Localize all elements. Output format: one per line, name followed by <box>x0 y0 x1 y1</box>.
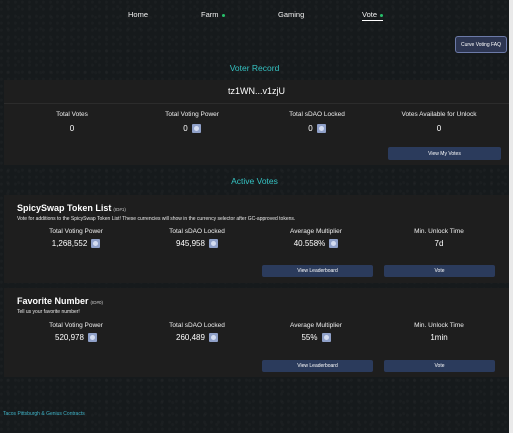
nav-farm-label: Farm <box>201 10 219 19</box>
voting-faq-button[interactable]: Curve Voting FAQ <box>455 36 507 53</box>
stat-label: Min. Unlock Time <box>414 228 464 235</box>
stat-average-multiplier: Average Multiplier 40.558% <box>266 228 366 248</box>
vote-card: SpicySwap Token List (ID#1) Vote for addi… <box>4 195 509 283</box>
stat-value-text: 1min <box>430 333 448 342</box>
footer-credits[interactable]: Tacos Pittsburgh & Genius Contracts <box>3 411 85 417</box>
stat-label: Min. Unlock Time <box>414 322 464 329</box>
stat-value: 0 <box>142 124 242 133</box>
stat-label: Total Voting Power <box>49 228 103 235</box>
sdao-token-icon <box>191 124 201 133</box>
stat-value: 0 <box>22 124 122 133</box>
stat-label: Total sDAO Locked <box>169 228 225 235</box>
stat-min-unlock-time: Min. Unlock Time 7d <box>389 228 489 248</box>
stat-value: 520,978 <box>26 333 126 342</box>
stat-total-voting-power: Total Voting Power 1,268,552 <box>26 228 126 248</box>
stat-total-voting-power: Total Voting Power 520,978 <box>26 322 126 342</box>
voter-record-card: tz1WN...v1zjU Total Votes 0 Total Voting… <box>4 80 509 165</box>
stat-average-multiplier: Average Multiplier 55% <box>266 322 366 342</box>
sdao-token-icon <box>329 239 339 248</box>
wallet-address: tz1WN...v1zjU <box>227 86 285 96</box>
stat-value: 7d <box>389 239 489 248</box>
nav-farm[interactable]: Farm <box>201 10 225 19</box>
stat-label: Total sDAO Locked <box>169 322 225 329</box>
stat-votes-available-unlock: Votes Available for Unlock 0 <box>389 111 489 133</box>
divider <box>4 103 509 104</box>
vote-button[interactable]: Vote <box>384 265 495 277</box>
active-votes-heading: Active Votes <box>231 176 278 186</box>
stat-label: Votes Available for Unlock <box>401 111 477 118</box>
stat-value-text: 40.558% <box>293 239 326 248</box>
stat-value-text: 55% <box>301 333 318 342</box>
vote-title: Favorite Number (ID#0) <box>17 296 103 306</box>
voter-record-heading: Voter Record <box>229 63 280 73</box>
stat-value-text: 0 <box>436 124 442 133</box>
stat-value: 1,268,552 <box>26 239 126 248</box>
stat-value-text: 7d <box>434 239 444 248</box>
stat-label: Total Votes <box>56 111 88 118</box>
nav-home[interactable]: Home <box>128 10 148 19</box>
view-leaderboard-button[interactable]: View Leaderboard <box>262 265 373 277</box>
stat-value: 55% <box>266 333 366 342</box>
vote-description: Tell us your favorite number! <box>17 309 80 315</box>
stat-value-text: 945,958 <box>176 239 205 248</box>
stat-value: 260,489 <box>147 333 247 342</box>
vote-card: Favorite Number (ID#0) Tell us your favor… <box>4 288 509 377</box>
vote-title-text: Favorite Number <box>17 296 89 306</box>
view-leaderboard-button[interactable]: View Leaderboard <box>262 360 373 372</box>
status-dot-icon <box>380 13 384 17</box>
sdao-token-icon <box>208 333 218 342</box>
top-nav: Home Farm Gaming Vote <box>0 10 513 24</box>
status-dot-icon <box>221 13 225 17</box>
stat-value: 1min <box>389 333 489 342</box>
stat-value-text: 0 <box>183 124 188 133</box>
stat-total-voting-power: Total Voting Power 0 <box>142 111 242 133</box>
nav-gaming[interactable]: Gaming <box>278 10 304 19</box>
stat-value-text: 520,978 <box>55 333 84 342</box>
stat-total-votes: Total Votes 0 <box>22 111 122 133</box>
stat-value: 40.558% <box>266 239 366 248</box>
stat-min-unlock-time: Min. Unlock Time 1min <box>389 322 489 342</box>
vote-id: (ID#0) <box>90 300 104 305</box>
sdao-token-icon <box>208 239 218 248</box>
stat-label: Average Multiplier <box>290 322 342 329</box>
vote-title: SpicySwap Token List (ID#1) <box>17 203 126 213</box>
vote-title-text: SpicySwap Token List <box>17 203 112 213</box>
stat-value-text: 0 <box>69 124 75 133</box>
stat-value: 945,958 <box>147 239 247 248</box>
stat-total-sdao-locked: Total sDAO Locked 945,958 <box>147 228 247 248</box>
sdao-token-icon <box>91 239 101 248</box>
stat-total-sdao-locked: Total sDAO Locked 0 <box>267 111 367 133</box>
stat-value: 0 <box>267 124 367 133</box>
stat-value-text: 260,489 <box>176 333 205 342</box>
vote-id: (ID#1) <box>113 207 126 212</box>
stat-label: Total Voting Power <box>49 322 103 329</box>
vote-button[interactable]: Vote <box>384 360 495 372</box>
stat-value-text: 1,268,552 <box>51 239 88 248</box>
nav-vote[interactable]: Vote <box>362 10 384 21</box>
sdao-token-icon <box>321 333 331 342</box>
sdao-token-icon <box>316 124 326 133</box>
vote-description: Vote for additions to the SpicySwap Toke… <box>17 216 296 222</box>
nav-vote-label: Vote <box>362 10 378 19</box>
sdao-token-icon <box>87 333 97 342</box>
stat-value: 0 <box>389 124 489 133</box>
stat-value-text: 0 <box>308 124 313 133</box>
stat-label: Average Multiplier <box>290 228 342 235</box>
view-my-votes-button[interactable]: View My Votes <box>388 147 501 160</box>
stat-label: Total Voting Power <box>165 111 219 118</box>
stat-label: Total sDAO Locked <box>289 111 345 118</box>
stat-total-sdao-locked: Total sDAO Locked 260,489 <box>147 322 247 342</box>
